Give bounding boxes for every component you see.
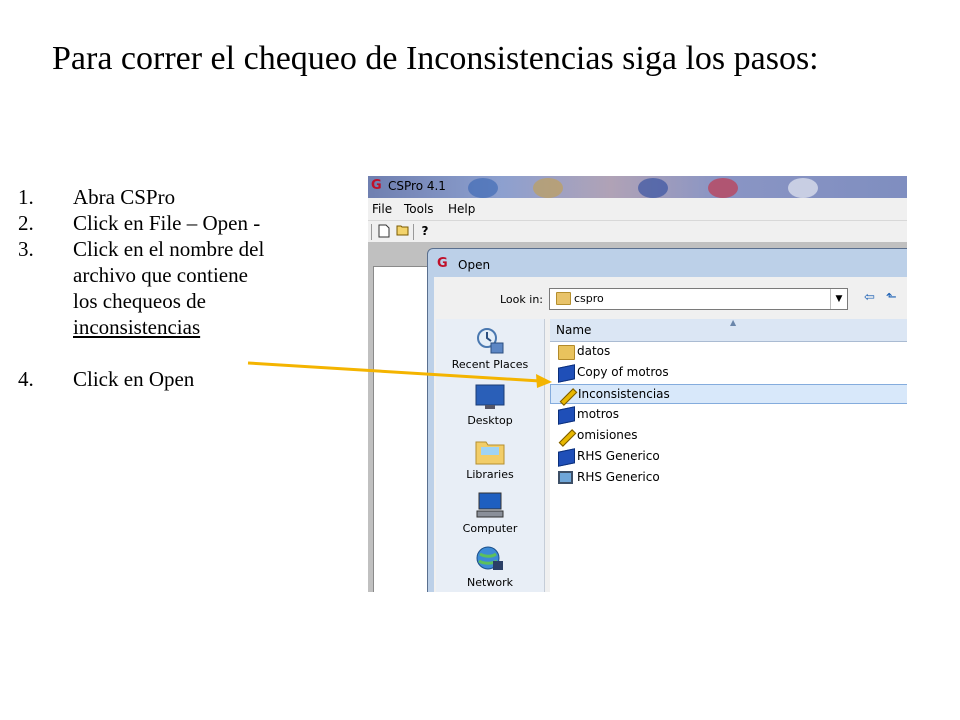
app-title: CSPro 4.1: [388, 179, 446, 193]
chevron-down-icon[interactable]: ▼: [830, 289, 847, 309]
up-folder-icon[interactable]: ⬑: [886, 290, 897, 305]
help-icon[interactable]: ?: [418, 224, 432, 238]
computer-icon: [475, 491, 505, 519]
file-row-rhs-generico-app[interactable]: RHS Generico: [550, 468, 907, 488]
file-name: Inconsistencias: [578, 387, 670, 401]
menu-help[interactable]: Help: [448, 202, 475, 216]
libraries-icon: [475, 437, 505, 465]
file-row-inconsistencias[interactable]: Inconsistencias: [550, 384, 907, 406]
pencil-icon: [559, 388, 578, 406]
place-label: Network: [467, 576, 513, 589]
file-name: motros: [577, 407, 619, 421]
file-name: omisiones: [577, 428, 638, 442]
step-text: Click en Open: [73, 367, 195, 391]
cspro-logo-icon: G: [437, 256, 448, 271]
file-row-omisiones[interactable]: omisiones: [550, 426, 907, 447]
step-text-line: Click en el nombre del: [73, 237, 265, 261]
file-row-rhs-generico-dictionary[interactable]: RHS Generico: [550, 447, 907, 467]
folder-icon: [556, 292, 571, 305]
place-recent-places[interactable]: Recent Places: [436, 327, 544, 371]
file-name: datos: [577, 344, 611, 358]
file-row-copy-of-motros[interactable]: Copy of motros: [550, 363, 907, 383]
column-header-name[interactable]: Name ▲: [550, 318, 907, 342]
toolbar-separator: [413, 224, 414, 240]
taskbar-icon: [533, 178, 563, 198]
place-desktop[interactable]: Desktop: [436, 383, 544, 427]
file-row-datos[interactable]: datos: [550, 342, 907, 362]
look-in-dropdown[interactable]: cspro ▼: [549, 288, 848, 310]
sort-ascending-icon: ▲: [730, 318, 737, 327]
open-dialog: G Open Look in: cspro ▼ ⇦ ⬑ ▫ Recent Pla…: [427, 248, 907, 592]
place-libraries[interactable]: Libraries: [436, 437, 544, 481]
places-bar: Recent Places Desktop Libraries Computer…: [436, 319, 545, 592]
step-text-line: archivo que contiene: [73, 263, 248, 287]
step-number: 2.: [18, 211, 34, 235]
taskbar-icon: [708, 178, 738, 198]
dialog-body: Look in: cspro ▼ ⇦ ⬑ ▫ Recent Places: [434, 277, 907, 592]
step-4: 4. Click en Open: [18, 366, 338, 392]
monitor-icon: [558, 471, 573, 484]
taskbar-icon: [468, 178, 498, 198]
menu-bar: File Tools Help: [368, 198, 907, 220]
place-label: Recent Places: [451, 358, 529, 371]
taskbar-icon: [788, 178, 818, 198]
menu-tools[interactable]: Tools: [404, 202, 434, 216]
network-icon: [475, 545, 505, 573]
cspro-logo-icon: G: [371, 178, 382, 193]
file-list: Name ▲ datos Copy of motros Inconsistenc…: [550, 318, 907, 592]
desktop-icon: [475, 383, 505, 411]
app-tree-pane: [373, 266, 431, 592]
step-number: 4.: [18, 367, 34, 391]
place-computer[interactable]: Computer: [436, 491, 544, 535]
place-label: Desktop: [467, 414, 513, 427]
dictionary-book-icon: [558, 406, 575, 425]
place-network[interactable]: Network: [436, 545, 544, 589]
toolbar-separator: [371, 224, 372, 240]
open-folder-icon[interactable]: [396, 224, 410, 238]
step-text-line: los chequeos de: [73, 289, 206, 313]
step-number: 3.: [18, 237, 34, 261]
dictionary-book-icon: [558, 364, 575, 383]
toolbar: ?: [368, 220, 907, 243]
dictionary-book-icon: [558, 448, 575, 467]
place-label: Computer: [462, 522, 518, 535]
look-in-value: cspro: [574, 292, 604, 305]
recent-places-icon: [475, 327, 505, 355]
file-row-motros[interactable]: motros: [550, 405, 907, 425]
new-file-icon[interactable]: [377, 224, 391, 238]
dialog-titlebar: G Open: [428, 249, 907, 277]
app-titlebar: G CSPro 4.1: [368, 176, 907, 198]
menu-file[interactable]: File: [372, 202, 392, 216]
look-in-label: Look in:: [500, 293, 543, 306]
taskbar-icon: [638, 178, 668, 198]
step-text-line: inconsistencias: [73, 315, 201, 339]
dialog-title: Open: [458, 258, 491, 272]
file-name: Copy of motros: [577, 365, 669, 379]
new-folder-icon[interactable]: ▫: [906, 290, 907, 305]
step-3: 3. Click en el nombre del archivo que co…: [18, 236, 338, 340]
step-number: 1.: [18, 185, 34, 209]
pencil-icon: [558, 429, 577, 447]
step-text: Abra CSPro: [73, 185, 176, 209]
file-name: RHS Generico: [577, 449, 660, 463]
step-text: Click en File – Open -: [73, 211, 261, 235]
instruction-steps: 1. Abra CSPro 2. Click en File – Open - …: [18, 184, 338, 392]
file-name: RHS Generico: [577, 470, 660, 484]
step-1: 1. Abra CSPro: [18, 184, 338, 210]
column-name-label: Name: [556, 323, 592, 337]
place-label: Libraries: [466, 468, 514, 481]
step-2: 2. Click en File – Open -: [18, 210, 338, 236]
folder-icon: [558, 345, 575, 360]
cspro-screenshot: G CSPro 4.1 File Tools Help ? G Open Loo…: [368, 176, 907, 592]
back-arrow-icon[interactable]: ⇦: [864, 290, 875, 305]
slide-title: Para correr el chequeo de Inconsistencia…: [52, 40, 819, 77]
